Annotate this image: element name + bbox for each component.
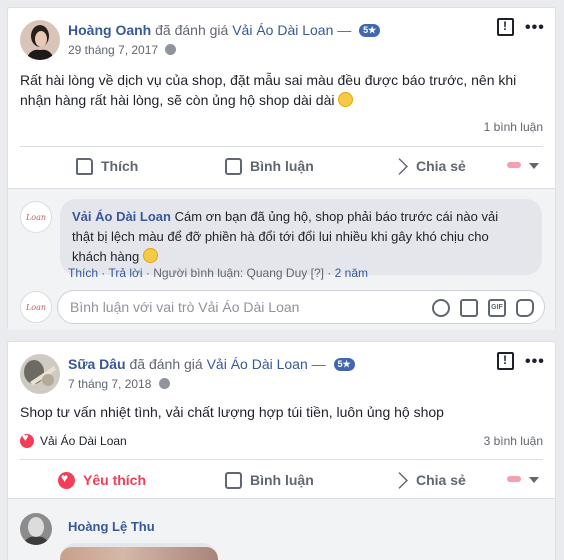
- thumbs-up-icon: [76, 157, 93, 175]
- comment-time[interactable]: 2 năm: [335, 266, 368, 280]
- share-icon: [391, 471, 408, 489]
- author-name[interactable]: Hoàng Oanh: [68, 22, 151, 38]
- post-corner-icons: •••: [497, 18, 547, 38]
- comment-text-2: thật bị lệch màu để đỡ phiền hà đổi tới …: [72, 229, 489, 244]
- gif-icon[interactable]: GIF: [488, 299, 506, 317]
- post-date[interactable]: 7 tháng 7, 2018: [68, 377, 151, 391]
- divider: [20, 146, 543, 147]
- comment-author[interactable]: Vải Áo Dài Loan: [72, 209, 171, 224]
- share-label: Chia sẻ: [416, 158, 466, 174]
- comment-icon: [225, 471, 242, 489]
- smile-emoji-icon: [338, 92, 354, 107]
- comment-label: Bình luận: [250, 158, 314, 174]
- page-avatar: Loan: [20, 291, 52, 323]
- share-icon: [391, 157, 408, 175]
- comment-image[interactable]: [60, 547, 218, 560]
- dash: —: [337, 22, 352, 38]
- comment-like-link[interactable]: Thích: [68, 266, 98, 280]
- emoji-icon[interactable]: [432, 299, 450, 317]
- comment-button[interactable]: Bình luận: [225, 148, 314, 184]
- dash: —: [311, 356, 326, 372]
- smile-emoji-icon: [142, 248, 158, 263]
- post-text: Shop tư vấn nhiệt tình, vải chất lượng h…: [20, 404, 444, 420]
- heart-icon: [20, 432, 34, 448]
- page-avatar-logo: Loan: [25, 212, 47, 222]
- post-corner-icons: •••: [497, 352, 547, 372]
- comment-section: Loan Vải Áo Dài Loan Cám ơn bạn đã ủng h…: [8, 188, 555, 330]
- page-avatar-logo: Loan: [25, 302, 47, 312]
- divider: [20, 459, 543, 460]
- like-label: Thích: [101, 158, 139, 174]
- reaction-chooser[interactable]: [507, 160, 543, 172]
- author-name[interactable]: Sữa Dâu: [68, 356, 126, 372]
- translate-mark[interactable]: [?]: [311, 266, 324, 280]
- input-icons: GIF: [422, 299, 534, 317]
- reply-input[interactable]: [70, 299, 410, 315]
- post-title-line: Sữa Dâu đã đánh giá Vải Áo Dài Loan — 5★: [68, 356, 355, 372]
- reply-input-box[interactable]: GIF: [57, 290, 545, 324]
- post-title-line: Hoàng Oanh đã đánh giá Vải Áo Dài Loan —…: [68, 22, 381, 38]
- rated-text: đã đánh giá: [129, 356, 203, 372]
- page-reaction-icon: [507, 476, 521, 482]
- sticker-icon[interactable]: [516, 299, 534, 317]
- comment-section: Hoàng Lệ Thu: [8, 498, 555, 560]
- comment-count[interactable]: 3 bình luận: [484, 434, 543, 448]
- separator: ·: [327, 266, 332, 280]
- page-link[interactable]: Vải Áo Dài Loan: [232, 22, 333, 38]
- report-icon[interactable]: [497, 18, 514, 36]
- reaction-chooser[interactable]: [507, 474, 543, 486]
- comment-button[interactable]: Bình luận: [225, 462, 314, 498]
- comment-reply-link[interactable]: Trả lời: [108, 266, 142, 280]
- post-date[interactable]: 29 tháng 7, 2017: [68, 43, 158, 57]
- avatar[interactable]: [20, 354, 60, 394]
- commenter-info: Người bình luận: Quang Duy: [153, 266, 308, 280]
- comment-bubble: [60, 543, 218, 560]
- camera-icon[interactable]: [460, 299, 478, 317]
- rating-badge: 5★: [359, 24, 381, 37]
- rating-badge: 5★: [333, 358, 355, 371]
- share-button[interactable]: Chia sẻ: [391, 148, 466, 184]
- page-reaction-icon: [507, 162, 521, 168]
- report-icon[interactable]: [497, 352, 514, 370]
- heart-icon: [58, 471, 75, 489]
- globe-icon: [165, 44, 177, 55]
- love-button[interactable]: Yêu thích: [58, 462, 146, 498]
- rated-text: đã đánh giá: [155, 22, 229, 38]
- comment-count[interactable]: 1 bình luận: [484, 120, 543, 134]
- more-options-icon[interactable]: •••: [525, 20, 545, 36]
- comment-actions: Thích · Trả lời · Người bình luận: Quang…: [68, 266, 368, 280]
- action-bar: Yêu thích Bình luận Chia sẻ: [20, 462, 543, 498]
- comment-text-3: khách hàng: [72, 249, 140, 264]
- chevron-down-icon: [529, 477, 539, 483]
- comment-icon: [225, 157, 242, 175]
- separator: ·: [101, 266, 106, 280]
- post-text-line-2: nhận hàng rất hài lòng, sẽ còn ủng hộ sh…: [20, 90, 516, 110]
- chevron-down-icon: [529, 163, 539, 169]
- like-button[interactable]: Thích: [76, 148, 138, 184]
- review-card: Hoàng Oanh đã đánh giá Vải Áo Dài Loan —…: [7, 7, 556, 330]
- share-label: Chia sẻ: [416, 472, 466, 488]
- post-meta: 7 tháng 7, 2018: [68, 377, 170, 391]
- page-link[interactable]: Vải Áo Dài Loan: [207, 356, 308, 372]
- comment-author[interactable]: Hoàng Lệ Thu: [68, 519, 155, 534]
- action-bar: Thích Bình luận Chia sẻ: [20, 148, 543, 184]
- post-meta: 29 tháng 7, 2017: [68, 43, 177, 57]
- globe-icon: [158, 378, 170, 389]
- page-avatar[interactable]: Loan: [20, 201, 52, 233]
- page-reaction[interactable]: Vải Áo Dài Loan: [20, 432, 127, 448]
- comment-bubble: Vải Áo Dài Loan Cám ơn bạn đã ủng hộ, sh…: [60, 199, 542, 275]
- review-card: Sữa Dâu đã đánh giá Vải Áo Dài Loan — 5★…: [7, 341, 556, 560]
- post-text-line: Rất hài lòng về dịch vụ của shop, đặt mẫ…: [20, 72, 517, 88]
- more-options-icon[interactable]: •••: [525, 354, 545, 370]
- comment-label: Bình luận: [250, 472, 314, 488]
- comment-text-1: Cám ơn bạn đã ủng hộ, shop phải báo trướ…: [174, 209, 499, 224]
- avatar[interactable]: [20, 20, 60, 60]
- share-button[interactable]: Chia sẻ: [391, 462, 466, 498]
- post-text: Rất hài lòng về dịch vụ của shop, đặt mẫ…: [20, 70, 516, 110]
- liked-by: Vải Áo Dài Loan: [40, 434, 127, 448]
- love-label: Yêu thích: [83, 472, 147, 488]
- avatar[interactable]: [20, 513, 52, 545]
- separator: ·: [145, 266, 150, 280]
